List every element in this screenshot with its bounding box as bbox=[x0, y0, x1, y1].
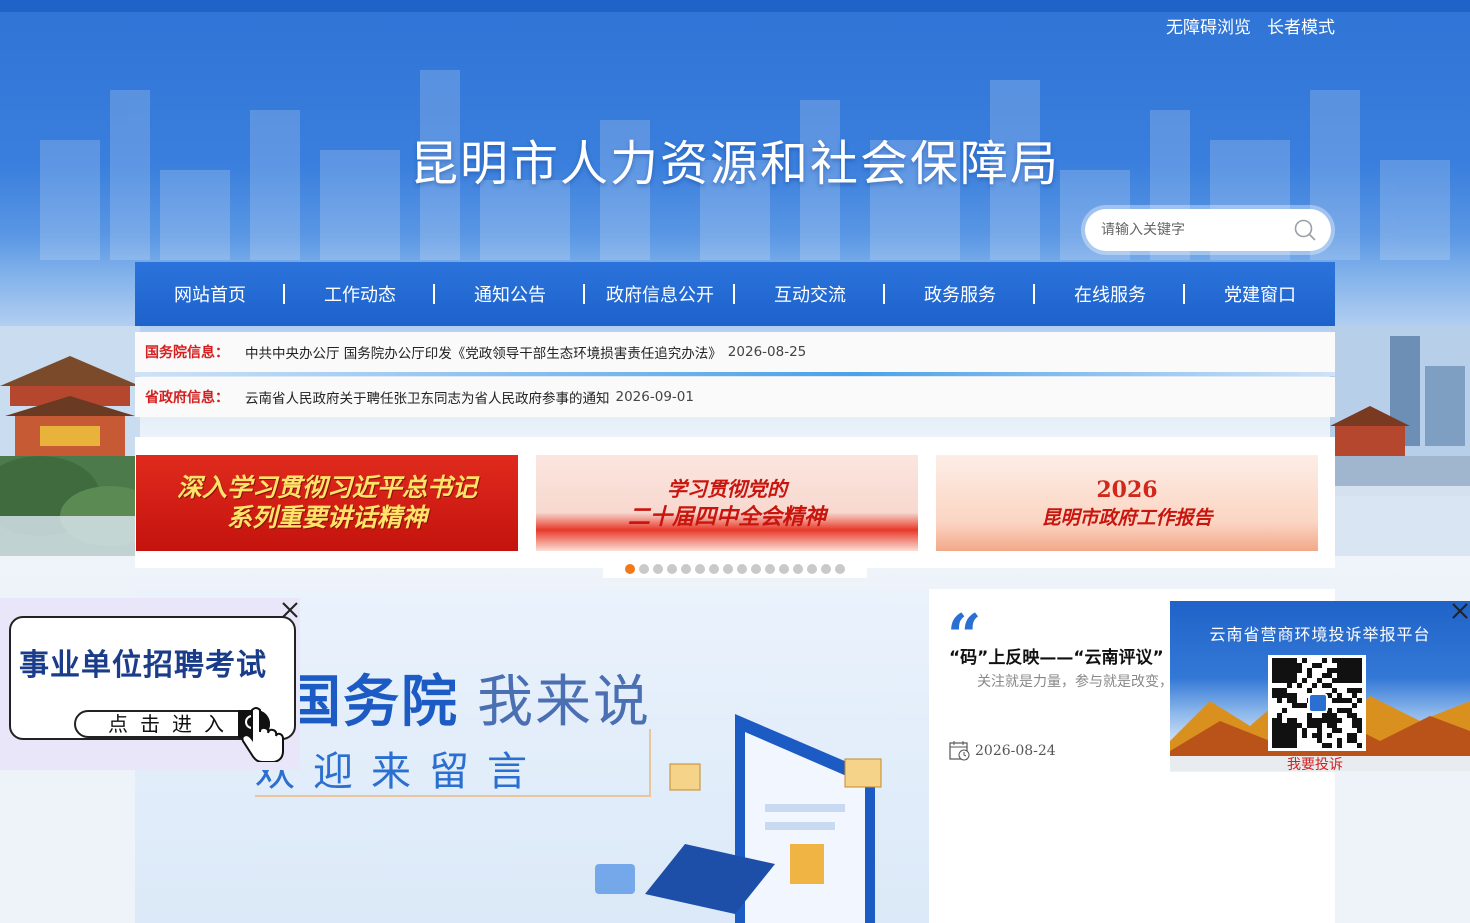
business-complaint-float-ad[interactable]: 云南省营商环境投诉举报平台 我要投诉 bbox=[1170, 601, 1470, 772]
banner-text: 昆明市政府工作报告 bbox=[1041, 506, 1213, 529]
accessible-browse-link[interactable]: 无障碍浏览 bbox=[1166, 13, 1251, 38]
notice-state-council: 国务院信息： 中共中央办公厅 国务院办公厅印发《党政领导干部生态环境损害责任追究… bbox=[135, 332, 1335, 372]
pager-dot[interactable] bbox=[653, 564, 663, 574]
notice-date: 2026-08-25 bbox=[727, 344, 807, 360]
notice-divider bbox=[135, 372, 1335, 376]
search-input[interactable] bbox=[1101, 222, 1293, 238]
quote-subtitle: 关注就是力量，参与就是改变， bbox=[977, 674, 1173, 690]
search-icon[interactable] bbox=[1293, 218, 1317, 242]
pager-dot[interactable] bbox=[639, 564, 649, 574]
pager-dot[interactable] bbox=[793, 564, 803, 574]
notice-label: 国务院信息： bbox=[145, 345, 229, 361]
pager-dot[interactable] bbox=[835, 564, 845, 574]
feature-headline-bold: 国务院 bbox=[285, 670, 459, 735]
pager-dot[interactable] bbox=[765, 564, 775, 574]
pager-dot[interactable] bbox=[681, 564, 691, 574]
qr-code bbox=[1268, 655, 1366, 751]
pager-dot[interactable] bbox=[723, 564, 733, 574]
notice-link[interactable]: 云南省人民政府关于聘任张卫东同志为省人民政府参事的通知 bbox=[245, 387, 610, 407]
notice-link[interactable]: 中共中央办公厅 国务院办公厅印发《党政领导干部生态环境损害责任追究办法》 bbox=[245, 342, 722, 362]
main-nav: 网站首页 工作动态 通知公告 政府信息公开 互动交流 政务服务 在线服务 党建窗… bbox=[135, 262, 1335, 326]
nav-item-party-window[interactable]: 党建窗口 bbox=[1185, 281, 1335, 307]
pager-dot[interactable] bbox=[695, 564, 705, 574]
pointing-hand-icon bbox=[241, 707, 284, 762]
banner-pager bbox=[603, 560, 867, 578]
pager-dot[interactable] bbox=[709, 564, 719, 574]
recruitment-title: 事业单位招聘考试 bbox=[19, 648, 267, 683]
notice-date: 2026-09-01 bbox=[615, 389, 694, 405]
quote-date-row: 2026-08-24 bbox=[949, 740, 1056, 762]
notice-province: 省政府信息： 云南省人民政府关于聘任张卫东同志为省人民政府参事的通知 2026-… bbox=[135, 377, 1335, 417]
close-icon[interactable] bbox=[1450, 601, 1470, 621]
recruitment-exam-float-ad[interactable]: 事业单位招聘考试 点击进入 bbox=[0, 598, 300, 770]
nav-item-work-news[interactable]: 工作动态 bbox=[285, 281, 435, 307]
banner-text: 学习贯彻党的 bbox=[667, 477, 787, 501]
banner-text: 深入学习贯彻习近平总书记 bbox=[176, 473, 477, 502]
laptop-illustration bbox=[595, 714, 882, 923]
pager-dot[interactable] bbox=[667, 564, 677, 574]
complaint-platform-title: 云南省营商环境投诉举报平台 bbox=[1209, 625, 1431, 644]
close-icon[interactable] bbox=[280, 600, 300, 620]
landmark-left-illustration bbox=[0, 326, 140, 556]
elder-mode-link[interactable]: 长者模式 bbox=[1267, 13, 1335, 38]
landmark-right-illustration bbox=[1330, 326, 1470, 556]
complain-link[interactable]: 我要投诉 bbox=[1170, 754, 1460, 772]
notice-label: 省政府信息： bbox=[145, 390, 229, 406]
pager-dot[interactable] bbox=[807, 564, 817, 574]
pager-dot[interactable] bbox=[751, 564, 761, 574]
banner-fourth-plenum[interactable]: 学习贯彻党的 二十届四中全会精神 bbox=[536, 455, 918, 551]
quote-date: 2026-08-24 bbox=[975, 743, 1056, 759]
site-title: 昆明市人力资源和社会保障局 bbox=[409, 136, 1060, 192]
calendar-icon bbox=[949, 741, 970, 761]
nav-item-gov-services[interactable]: 政务服务 bbox=[885, 281, 1035, 307]
search-box bbox=[1081, 205, 1335, 255]
nav-item-interaction[interactable]: 互动交流 bbox=[735, 281, 885, 307]
accessibility-links: 无障碍浏览 长者模式 bbox=[1166, 13, 1335, 38]
nav-item-online-services[interactable]: 在线服务 bbox=[1035, 281, 1185, 307]
banner-year: 2026 bbox=[1096, 476, 1158, 503]
banner-xi-speeches[interactable]: 深入学习贯彻习近平总书记 系列重要讲话精神 bbox=[136, 455, 518, 551]
enter-button-label: 点击进入 bbox=[108, 712, 236, 736]
pager-dot[interactable] bbox=[625, 564, 635, 574]
nav-item-notices[interactable]: 通知公告 bbox=[435, 281, 585, 307]
pager-dot[interactable] bbox=[737, 564, 747, 574]
banner-text: 二十届四中全会精神 bbox=[627, 504, 826, 530]
pager-dot[interactable] bbox=[821, 564, 831, 574]
banner-gov-work-report[interactable]: 2026 昆明市政府工作报告 bbox=[936, 455, 1318, 551]
quote-title[interactable]: “码”上反映——“云南评议” bbox=[949, 643, 1164, 668]
banner-text: 系列重要讲话精神 bbox=[226, 503, 427, 532]
nav-item-home[interactable]: 网站首页 bbox=[135, 281, 285, 307]
top-color-bar bbox=[0, 0, 1470, 12]
pager-dot[interactable] bbox=[779, 564, 789, 574]
nav-item-gov-info[interactable]: 政府信息公开 bbox=[585, 281, 735, 307]
banner-strip: 深入学习贯彻习近平总书记 系列重要讲话精神 学习贯彻党的 二十届四中全会精神 2… bbox=[135, 437, 1335, 568]
